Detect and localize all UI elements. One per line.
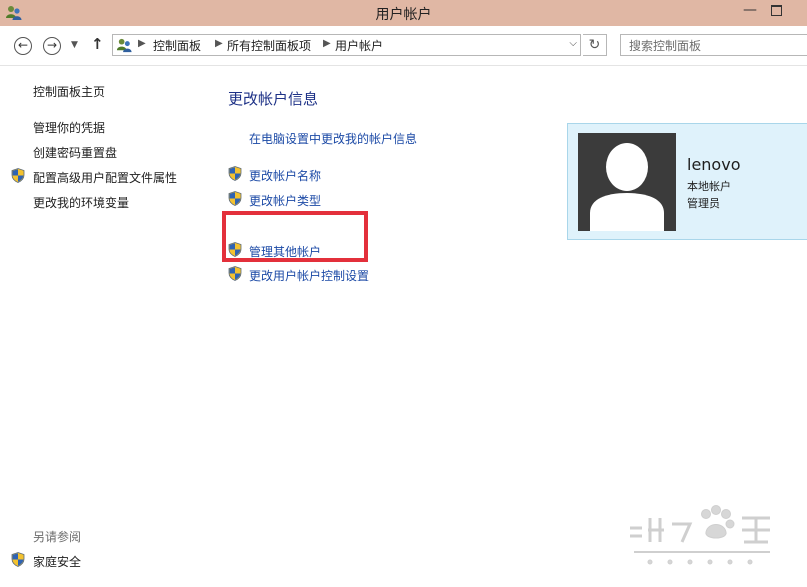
breadcrumb-control-panel[interactable]: 控制面板 xyxy=(153,37,201,54)
refresh-button[interactable]: ↻ xyxy=(583,34,607,56)
account-type: 本地帐户 xyxy=(687,180,731,193)
account-tile: lenovo 本地帐户 管理员 xyxy=(567,123,807,240)
uac-shield-icon xyxy=(228,166,242,181)
uac-shield-icon xyxy=(228,266,242,281)
user-silhouette-icon xyxy=(590,143,664,231)
address-bar[interactable]: ▶ 控制面板 ▶ 所有控制面板项 ▶ 用户帐户 ⌵ xyxy=(112,34,581,56)
maximize-button[interactable] xyxy=(763,0,789,22)
account-name: lenovo xyxy=(687,155,741,174)
change-account-type-link[interactable]: 更改帐户类型 xyxy=(249,192,321,209)
title-bar: 用户帐户 — xyxy=(0,0,807,27)
sidebar-item-password-reset-disk[interactable]: 创建密码重置盘 xyxy=(33,144,117,161)
change-account-name-link[interactable]: 更改帐户名称 xyxy=(249,167,321,184)
forward-button[interactable]: → xyxy=(43,37,61,55)
breadcrumb-separator[interactable]: ▶ xyxy=(138,38,146,49)
window-title: 用户帐户 xyxy=(375,7,432,23)
uac-shield-icon xyxy=(228,191,242,206)
user-accounts-icon xyxy=(116,38,132,53)
search-box[interactable] xyxy=(620,34,807,56)
annotation-highlight-box xyxy=(222,211,368,262)
see-also-family-safety-link[interactable]: 家庭安全 xyxy=(33,553,81,570)
baidu-jingyan-watermark xyxy=(630,505,770,565)
account-role: 管理员 xyxy=(687,197,720,210)
back-button[interactable]: ← xyxy=(14,37,32,55)
chevron-down-icon[interactable]: ⌵ xyxy=(569,38,577,49)
maximize-icon xyxy=(770,5,782,16)
up-button[interactable]: ↑ xyxy=(91,35,104,53)
search-input[interactable] xyxy=(621,36,799,55)
breadcrumb-separator[interactable]: ▶ xyxy=(215,38,223,49)
sidebar-item-environment-variables[interactable]: 更改我的环境变量 xyxy=(33,194,129,211)
see-also-heading: 另请参阅 xyxy=(33,530,82,544)
left-pane: 控制面板主页 管理你的凭据 创建密码重置盘 配置高级用户配置文件属性 更改我的环… xyxy=(0,66,215,587)
page-title: 更改帐户信息 xyxy=(228,90,319,108)
change-uac-settings-link[interactable]: 更改用户帐户控制设置 xyxy=(249,267,369,284)
avatar xyxy=(578,133,676,231)
breadcrumb-user-accounts[interactable]: 用户帐户 xyxy=(335,37,383,54)
breadcrumb-separator[interactable]: ▶ xyxy=(323,38,331,49)
minimize-button[interactable]: — xyxy=(737,0,763,22)
breadcrumb-all-items[interactable]: 所有控制面板项 xyxy=(227,37,311,54)
recent-locations-dropdown[interactable]: ▼ xyxy=(71,40,78,50)
uac-shield-icon xyxy=(11,552,25,567)
control-panel-home-link[interactable]: 控制面板主页 xyxy=(33,83,105,100)
sidebar-item-manage-credentials[interactable]: 管理你的凭据 xyxy=(33,119,105,136)
pc-settings-link[interactable]: 在电脑设置中更改我的帐户信息 xyxy=(249,130,417,147)
uac-shield-icon xyxy=(11,168,25,183)
navigation-bar: ← → ▼ ↑ ▶ 控制面板 ▶ 所有控制面板项 ▶ 用户帐户 ⌵ ↻ xyxy=(0,26,807,66)
sidebar-item-advanced-profile[interactable]: 配置高级用户配置文件属性 xyxy=(33,169,177,186)
